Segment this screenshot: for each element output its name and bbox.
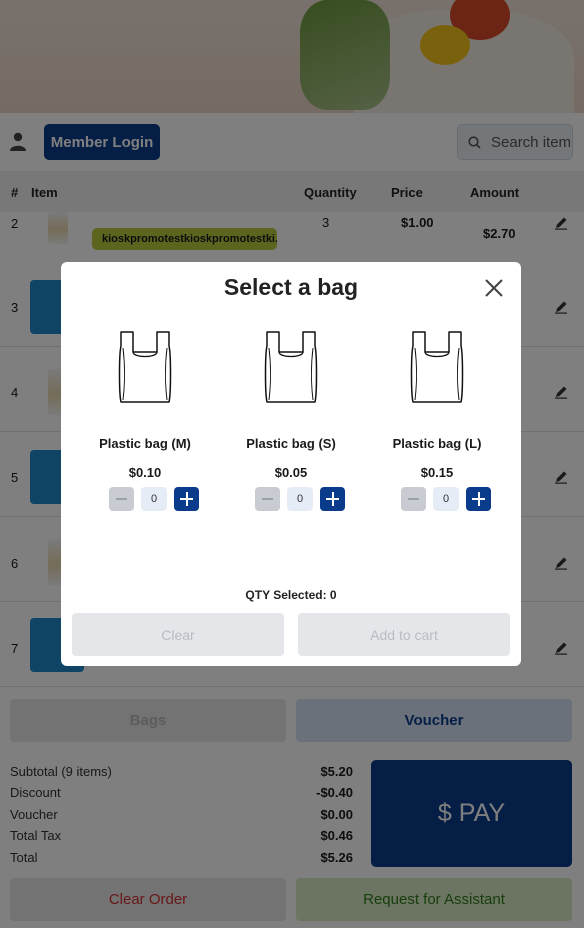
bag-price: $0.05 <box>274 465 308 480</box>
quantity-value[interactable]: 0 <box>141 487 167 511</box>
decrease-button[interactable] <box>401 487 426 511</box>
select-bag-dialog: Select a bag Plastic bag (M) $0.10 0 Pla… <box>61 262 521 666</box>
add-to-cart-button[interactable]: Add to cart <box>298 613 510 656</box>
decrease-button[interactable] <box>109 487 134 511</box>
bag-price: $0.15 <box>420 465 454 480</box>
quantity-stepper: 0 <box>401 487 491 511</box>
increase-button[interactable] <box>320 487 345 511</box>
close-icon[interactable] <box>482 276 506 300</box>
quantity-stepper: 0 <box>109 487 199 511</box>
plastic-bag-icon <box>410 331 464 403</box>
quantity-value[interactable]: 0 <box>287 487 313 511</box>
bag-name: Plastic bag (M) <box>99 436 191 451</box>
bag-option-l: Plastic bag (L) $0.15 0 <box>364 322 510 512</box>
qty-selected-text: QTY Selected: 0 <box>245 588 337 602</box>
bag-option-s: Plastic bag (S) $0.05 0 <box>218 322 364 512</box>
quantity-stepper: 0 <box>255 487 345 511</box>
plastic-bag-icon <box>264 331 318 403</box>
bag-option-m: Plastic bag (M) $0.10 0 <box>72 322 218 512</box>
clear-button[interactable]: Clear <box>72 613 284 656</box>
bag-price: $0.10 <box>128 465 162 480</box>
quantity-value[interactable]: 0 <box>433 487 459 511</box>
bag-name: Plastic bag (S) <box>246 436 336 451</box>
increase-button[interactable] <box>466 487 491 511</box>
dialog-title: Select a bag <box>223 274 359 300</box>
bag-name: Plastic bag (L) <box>392 436 482 451</box>
increase-button[interactable] <box>174 487 199 511</box>
plastic-bag-icon <box>118 331 172 403</box>
decrease-button[interactable] <box>255 487 280 511</box>
